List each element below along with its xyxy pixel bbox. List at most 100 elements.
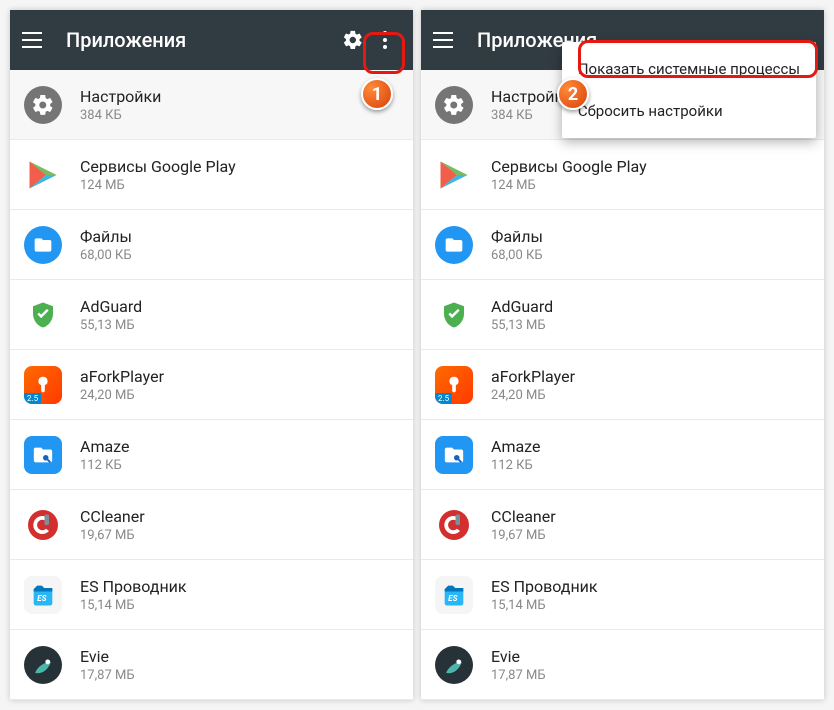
popup-show-system[interactable]: Показать системные процессы xyxy=(562,48,816,90)
aforkplayer-app-icon: 2.5 xyxy=(24,366,62,404)
app-text: ES Проводник 15,14 МБ xyxy=(491,577,598,613)
app-text: Сервисы Google Play 124 МБ xyxy=(491,157,647,193)
app-row[interactable]: Настройки 384 КБ xyxy=(10,70,413,140)
app-name: AdGuard xyxy=(80,297,142,316)
app-row[interactable]: Файлы68,00 КБ xyxy=(10,210,413,280)
settings-icon[interactable] xyxy=(337,24,369,56)
adguard-app-icon xyxy=(24,296,62,334)
app-row[interactable]: 2.5 aForkPlayer 24,20 МБ xyxy=(10,350,413,420)
app-text: CCleaner 19,67 МБ xyxy=(80,507,145,543)
app-size: 24,20 МБ xyxy=(491,388,575,403)
ccleaner-app-icon xyxy=(435,506,473,544)
app-name: Сервисы Google Play xyxy=(491,157,647,176)
app-row[interactable]: Amaze 112 КБ xyxy=(421,420,824,490)
app-text: ES Проводник 15,14 МБ xyxy=(80,577,187,613)
phone-right: Приложения Настройки384 КБСервисы Google… xyxy=(421,10,824,700)
ccleaner-app-icon xyxy=(24,506,62,544)
app-row[interactable]: 2.5 aForkPlayer 24,20 МБ xyxy=(421,350,824,420)
app-name: Настройки xyxy=(80,87,161,106)
app-name: Amaze xyxy=(491,437,540,456)
app-name: CCleaner xyxy=(80,507,145,526)
app-row[interactable]: AdGuard 55,13 МБ xyxy=(421,280,824,350)
app-size: 15,14 МБ xyxy=(80,598,187,613)
app-name: Настройки xyxy=(491,87,572,106)
app-text: Amaze 112 КБ xyxy=(80,437,129,473)
appbar-title: Приложения xyxy=(66,28,337,52)
app-row[interactable]: ES ES Проводник 15,14 МБ xyxy=(10,560,413,630)
app-size: 19,67 МБ xyxy=(80,528,145,543)
appbar: Приложения xyxy=(10,10,413,70)
amaze-app-icon xyxy=(435,436,473,474)
app-text: aForkPlayer 24,20 МБ xyxy=(80,367,164,403)
menu-icon[interactable] xyxy=(433,28,457,52)
app-name: Файлы xyxy=(80,227,132,246)
app-text: Файлы68,00 КБ xyxy=(80,227,132,263)
app-name: AdGuard xyxy=(491,297,553,316)
settings-app-icon xyxy=(435,86,473,124)
google-play-services-icon xyxy=(24,156,62,194)
app-text: Сервисы Google Play 124 МБ xyxy=(80,157,236,193)
app-size: 24,20 МБ xyxy=(80,388,164,403)
app-name: aForkPlayer xyxy=(491,367,575,386)
app-name: Сервисы Google Play xyxy=(80,157,236,176)
app-row[interactable]: CCleaner 19,67 МБ xyxy=(421,490,824,560)
app-text: Настройки 384 КБ xyxy=(80,87,161,123)
es-explorer-app-icon: ES xyxy=(24,576,62,614)
app-name: Evie xyxy=(80,647,135,666)
app-text: AdGuard 55,13 МБ xyxy=(491,297,553,333)
app-name: CCleaner xyxy=(491,507,556,526)
app-row[interactable]: CCleaner 19,67 МБ xyxy=(10,490,413,560)
app-text: CCleaner 19,67 МБ xyxy=(491,507,556,543)
menu-icon[interactable] xyxy=(22,28,46,52)
app-name: Файлы xyxy=(491,227,543,246)
evie-app-icon xyxy=(24,646,62,684)
app-text: Amaze 112 КБ xyxy=(491,437,540,473)
app-size: 55,13 МБ xyxy=(491,318,553,333)
popup-reset-settings[interactable]: Сбросить настройки xyxy=(562,90,816,132)
app-size: 19,67 МБ xyxy=(491,528,556,543)
app-text: AdGuard 55,13 МБ xyxy=(80,297,142,333)
app-size: 384 КБ xyxy=(80,108,161,123)
files-app-icon xyxy=(435,226,473,264)
app-row[interactable]: Evie17,87 МБ xyxy=(421,630,824,700)
app-size: 124 МБ xyxy=(491,178,647,193)
app-size: 17,87 МБ xyxy=(80,668,135,683)
overflow-menu-icon[interactable] xyxy=(369,24,401,56)
app-size: 68,00 КБ xyxy=(491,248,543,263)
app-text: aForkPlayer 24,20 МБ xyxy=(491,367,575,403)
app-row[interactable]: Сервисы Google Play 124 МБ xyxy=(421,140,824,210)
app-text: Файлы 68,00 КБ xyxy=(491,227,543,263)
aforkplayer-app-icon: 2.5 xyxy=(435,366,473,404)
app-size: 15,14 МБ xyxy=(491,598,598,613)
app-size: 55,13 МБ xyxy=(80,318,142,333)
app-name: Evie xyxy=(491,647,546,666)
app-text: Настройки 384 КБ xyxy=(491,87,572,123)
svg-text:ES: ES xyxy=(37,592,46,602)
adguard-app-icon xyxy=(435,296,473,334)
app-row[interactable]: Файлы 68,00 КБ xyxy=(421,210,824,280)
settings-app-icon xyxy=(24,86,62,124)
app-row[interactable]: AdGuard 55,13 МБ xyxy=(10,280,413,350)
app-size: 384 КБ xyxy=(491,108,572,123)
app-name: Amaze xyxy=(80,437,129,456)
app-name: ES Проводник xyxy=(491,577,598,596)
app-row[interactable]: Amaze 112 КБ xyxy=(10,420,413,490)
svg-text:ES: ES xyxy=(448,592,457,602)
app-size: 112 КБ xyxy=(80,458,129,473)
app-row[interactable]: Evie 17,87 МБ xyxy=(10,630,413,700)
evie-app-icon xyxy=(435,646,473,684)
app-list: Настройки 384 КБ Сервисы Google Play 124 МБ… xyxy=(421,70,824,700)
amaze-app-icon xyxy=(24,436,62,474)
app-text: Evie 17,87 МБ xyxy=(80,647,135,683)
es-explorer-app-icon: ES xyxy=(435,576,473,614)
app-name: ES Проводник xyxy=(80,577,187,596)
app-name: aForkPlayer xyxy=(80,367,164,386)
app-row[interactable]: Сервисы Google Play 124 МБ xyxy=(10,140,413,210)
files-app-icon xyxy=(24,226,62,264)
app-row[interactable]: ES ES Проводник 15,14 МБ xyxy=(421,560,824,630)
app-size: 124 МБ xyxy=(80,178,236,193)
app-size: 112 КБ xyxy=(491,458,540,473)
app-text: Evie17,87 МБ xyxy=(491,647,546,683)
phone-left: Приложения Настройки 384 КБ Сервисы Google… xyxy=(10,10,413,700)
app-list: Настройки 384 КБ Сервисы Google Play 124 МБ… xyxy=(10,70,413,700)
